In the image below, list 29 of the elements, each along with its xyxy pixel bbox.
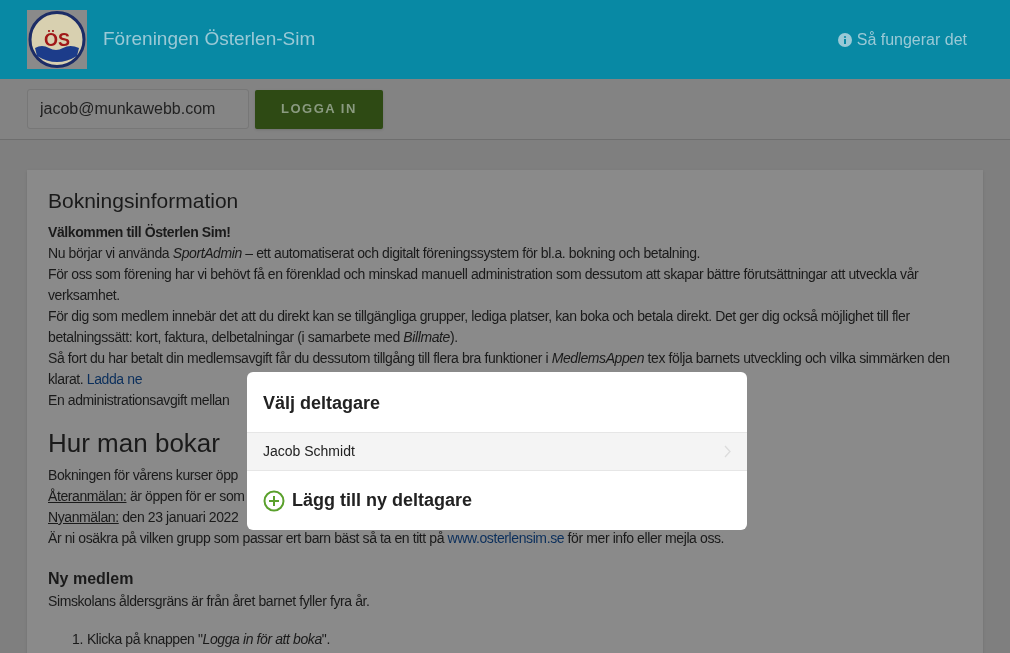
chevron-icon (724, 445, 731, 458)
section-heading: Hur man bokar (48, 428, 220, 458)
paragraph: Bokningen för vårens kurser öpp (48, 466, 238, 485)
paragraph: Klicka på knappen "Logga in för att boka". (86, 630, 330, 649)
paragraph: Nu börjar vi använda SportAdmin – ett automatiserat och digitalt föreningssystem för bl.a. bokning och betalning. (48, 244, 701, 263)
site-title: Föreningen Österlen-Sim (103, 27, 316, 52)
dialog-title: Välj deltagare (262, 392, 382, 415)
paragraph: Nyanmälan: den 23 januari 2022 (48, 508, 239, 527)
paragraph: En administrationsavgift mellan (48, 391, 230, 410)
login-button[interactable]: LOGGA IN (255, 89, 383, 129)
logo-icon: ÖS (27, 10, 87, 69)
participant-name: Jacob Schmidt (263, 442, 355, 461)
paragraph: Återanmälan: är öppen för er som (48, 487, 245, 506)
add-participant-button[interactable]: Lägg till ny deltagare (247, 471, 747, 530)
email-field[interactable]: jacob@munkawebb.com (27, 89, 249, 129)
info-icon (837, 32, 852, 47)
help-link[interactable]: Så fungerar det (837, 27, 967, 52)
link[interactable]: www.osterlensim.se (447, 530, 565, 546)
plus-circle-icon (263, 489, 285, 512)
list-number: 1. (72, 630, 83, 649)
card-heading: Bokningsinformation (48, 188, 240, 214)
paragraph: För dig som medlem innebär det att du direkt kan se tillgängliga grupper, lediga platser, kan boka och betala direkt. Det ger dig också möjlighet till fler betalningssätt: kort, faktura, delbetalningar (i samarbete med Billmate). (48, 307, 911, 347)
paragraph: Simskolans åldersgräns är från året barnet fyller fyra år. (48, 592, 370, 611)
paragraph: För oss som förening har vi behövt få en förenklad och minskad manuell administration som dessutom att skapar bättre förutsättningar att utveckla vår verksamhet. (48, 265, 920, 305)
paragraph: Är ni osäkra på vilken grupp som passar ert barn bäst så ta en titt på www.osterlensim.se för mer info eller mejla oss. (48, 529, 725, 548)
paragraph: Välkommen till Österlen Sim! (48, 223, 231, 242)
participant-row[interactable]: Jacob Schmidt (247, 432, 747, 471)
section-subheading: Ny medlem (48, 569, 134, 589)
link[interactable]: Ladda ne (86, 371, 143, 387)
